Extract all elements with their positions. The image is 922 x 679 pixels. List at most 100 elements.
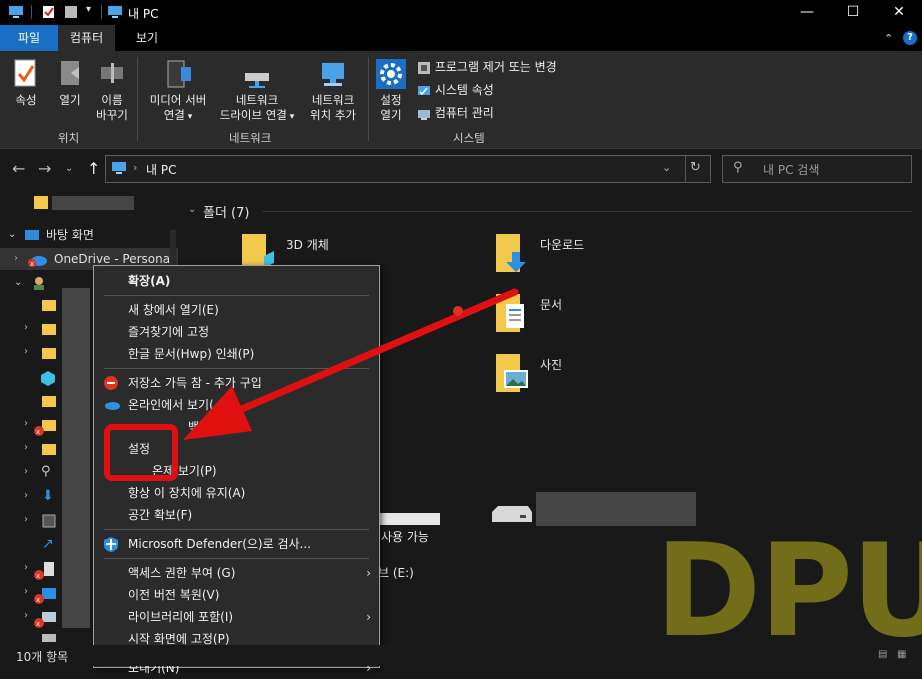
network-location-icon	[322, 63, 344, 86]
breadcrumb-my-pc[interactable]: 내 PC	[146, 161, 176, 178]
menu-item-view-online[interactable]: 온라인에서 보기(	[94, 394, 379, 416]
new-folder-icon[interactable]	[64, 5, 78, 19]
add-location-label-2: 위치 추가	[310, 108, 356, 122]
map-network-drive-button[interactable]: 네트워크 드라이브 연결 ▾	[214, 59, 300, 125]
search-box[interactable]: ⚲ 내 PC 검색	[722, 155, 912, 183]
properties-icon[interactable]	[42, 5, 56, 19]
folder-icon	[42, 420, 56, 431]
add-network-location-button[interactable]: 네트워크 위치 추가	[302, 59, 364, 123]
menu-separator	[104, 295, 369, 296]
menu-separator	[104, 529, 369, 530]
group-label-location: 위치	[58, 131, 80, 145]
properties-button[interactable]: 속성	[6, 59, 46, 108]
expand-chevron-icon[interactable]: ›	[24, 562, 28, 573]
open-settings-button[interactable]: 설정 열기	[372, 59, 410, 123]
menu-item-restore-versions[interactable]: 이전 버전 복원(V)	[94, 584, 379, 606]
collapse-ribbon-icon[interactable]: ⌃	[884, 32, 893, 45]
media-server-button[interactable]: 미디어 서버 연결 ▾	[143, 59, 213, 125]
svg-text:x: x	[36, 596, 40, 604]
menu-item-always-keep[interactable]: 항상 이 장치에 유지(A)	[94, 482, 379, 504]
group-label-network: 네트워크	[229, 131, 272, 145]
folder-icon	[42, 348, 56, 359]
onedrive-folder-icon	[42, 588, 56, 599]
folders-section-header[interactable]: 폴더 (7)	[203, 202, 249, 221]
sync-error-icon: x	[34, 426, 44, 436]
ribbon-separator	[368, 57, 369, 141]
folder-pictures-label: 사진	[540, 358, 563, 372]
menu-item-expand[interactable]: 확장(A)	[94, 270, 379, 292]
rename-button[interactable]: 이름 바꾸기	[92, 59, 132, 123]
collapse-chevron-icon[interactable]: ⌄	[8, 224, 16, 246]
breadcrumb-chevron-icon: ›	[133, 161, 138, 174]
expand-chevron-icon[interactable]: ›	[24, 490, 28, 501]
menu-item-open-new-window[interactable]: 새 창에서 열기(E)	[94, 299, 379, 321]
navitem-desktop-label: 바탕 화면	[46, 228, 94, 242]
menu-item-hwp-print[interactable]: 한글 문서(Hwp) 인쇄(P)	[94, 343, 379, 365]
media-server-icon	[167, 60, 191, 88]
forward-arrow-icon[interactable]: →	[38, 159, 51, 178]
quick-access-dropdown-icon[interactable]: ▾	[86, 4, 91, 15]
menu-item-storage-full[interactable]: 저장소 가득 참 - 추가 구입	[94, 372, 379, 394]
defender-shield-icon	[104, 537, 118, 552]
expand-chevron-icon[interactable]: ›	[14, 248, 18, 270]
open-label: 열기	[59, 93, 81, 107]
blurred-labels	[62, 288, 90, 628]
address-divider	[685, 156, 686, 182]
back-arrow-icon[interactable]: ←	[12, 159, 25, 178]
tab-computer[interactable]: 컴퓨터	[58, 25, 116, 51]
folder-icon	[42, 444, 56, 455]
address-bar[interactable]: › 내 PC ⌄ ↻	[105, 155, 711, 183]
expand-chevron-icon[interactable]: ›	[24, 346, 28, 357]
expand-chevron-icon[interactable]: ›	[24, 610, 28, 621]
search-placeholder: 내 PC 검색	[763, 163, 820, 177]
uninstall-program-button[interactable]: 프로그램 제거 또는 변경	[417, 59, 557, 75]
help-icon[interactable]: ?	[903, 31, 917, 45]
expand-chevron-icon[interactable]: ›	[24, 514, 28, 525]
folder-documents[interactable]: 문서	[494, 290, 694, 336]
media-server-label-1: 미디어 서버	[149, 93, 207, 107]
menu-item-label: 새 창에서 열기(E)	[128, 303, 219, 317]
computer-management-icon	[418, 109, 430, 120]
minimize-button[interactable]: —	[784, 0, 830, 25]
drive-capacity-bar	[380, 513, 440, 525]
pictures-folder-icon	[496, 354, 528, 392]
expand-chevron-icon[interactable]: ›	[24, 418, 28, 429]
folder-icon	[42, 300, 56, 311]
menu-item-free-up-space[interactable]: 공간 확보(F)	[94, 504, 379, 526]
refresh-icon[interactable]: ↻	[690, 160, 701, 175]
tab-view[interactable]: 보기	[124, 25, 170, 51]
expand-chevron-icon[interactable]: ›	[24, 466, 28, 477]
expand-chevron-icon[interactable]: ›	[24, 586, 28, 597]
removable-drive-icon	[492, 506, 532, 522]
collapse-section-chevron-icon[interactable]: ⌄	[188, 204, 196, 215]
computer-management-button[interactable]: 컴퓨터 관리	[417, 105, 494, 121]
blurred-label	[52, 196, 134, 210]
folder-icon	[42, 396, 56, 407]
menu-item-include-library[interactable]: 라이브러리에 포함(I) ›	[94, 606, 379, 628]
svg-text:x: x	[36, 572, 40, 580]
collapse-chevron-icon[interactable]: ⌄	[14, 272, 22, 294]
properties-label: 속성	[15, 93, 37, 107]
rename-label-2: 바꾸기	[96, 108, 128, 122]
folder-pictures[interactable]: 사진	[494, 350, 694, 396]
maximize-button[interactable]: ☐	[830, 0, 876, 25]
system-properties-button[interactable]: 시스템 속성	[417, 82, 494, 98]
close-button[interactable]: ✕	[876, 0, 922, 25]
address-dropdown-icon[interactable]: ⌄	[662, 161, 671, 174]
mail-icon	[42, 612, 56, 622]
expand-chevron-icon[interactable]: ›	[24, 442, 28, 453]
download-arrow-icon: ⬇	[42, 488, 54, 504]
tab-file[interactable]: 파일	[0, 25, 58, 51]
open-button[interactable]: 열기	[50, 59, 90, 108]
menu-item-pin-quick-access[interactable]: 즐겨찾기에 고정	[94, 321, 379, 343]
navitem-desktop[interactable]: ⌄ 바탕 화면	[0, 224, 178, 246]
menu-item-give-access[interactable]: 액세스 권한 부여 (G) ›	[94, 562, 379, 584]
recent-locations-chevron-icon[interactable]: ⌄	[65, 163, 73, 174]
shortcut-arrow-icon: ↗	[42, 536, 54, 552]
expand-chevron-icon[interactable]: ›	[24, 322, 28, 333]
menu-item-label: 공간 확보(F)	[128, 508, 193, 522]
up-arrow-icon[interactable]: ↑	[87, 159, 100, 178]
folder-downloads[interactable]: 다운로드	[494, 230, 694, 276]
menu-item-label: Microsoft Defender(으)로 검사...	[128, 537, 311, 551]
menu-item-defender-scan[interactable]: Microsoft Defender(으)로 검사...	[94, 533, 379, 555]
